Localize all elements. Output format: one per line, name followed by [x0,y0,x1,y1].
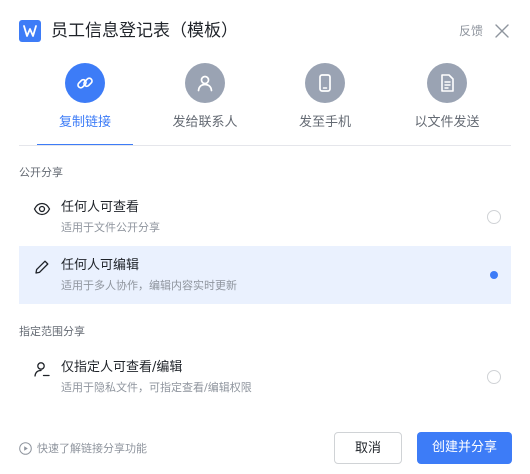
close-icon[interactable] [495,23,509,38]
link-icon [65,63,105,103]
play-circle-icon [19,442,32,455]
divider [19,145,511,146]
contact-icon [185,63,225,103]
user-lock-icon [33,360,51,378]
option-description: 适用于多人协作，编辑内容实时更新 [61,279,237,292]
share-method-tabs: 复制链接 发给联系人 发至手机 以文件发送 [0,60,530,146]
feedback-link[interactable]: 反馈 [459,22,483,40]
option-anyone-can-edit[interactable]: 任何人可编辑 适用于多人协作，编辑内容实时更新 [19,246,511,304]
tab-copy-link-label: 复制链接 [58,115,111,130]
tab-send-to-phone-label: 发至手机 [298,115,351,130]
tab-copy-link[interactable]: 复制链接 [30,60,140,146]
phone-icon [305,63,345,103]
cancel-button[interactable]: 取消 [334,432,402,464]
radio-button[interactable] [487,370,501,384]
dialog-title: 员工信息登记表（模板） [51,21,238,41]
tab-send-as-file-label: 以文件发送 [414,115,480,130]
restricted-section-label: 指定范围分享 [19,325,85,338]
option-description: 适用于文件公开分享 [61,221,160,234]
public-section-label: 公开分享 [19,166,63,179]
tab-send-to-contact[interactable]: 发给联系人 [150,60,260,146]
option-title: 仅指定人可查看/编辑 [61,360,183,375]
word-doc-icon [19,20,41,42]
help-link-text[interactable]: 快速了解链接分享功能 [37,440,147,458]
option-title: 任何人可编辑 [61,258,140,273]
create-and-share-button[interactable]: 创建并分享 [417,432,512,464]
option-anyone-can-view[interactable]: 任何人可查看 适用于文件公开分享 [19,188,511,246]
radio-button-checked[interactable] [487,268,501,282]
option-specified-people[interactable]: 仅指定人可查看/编辑 适用于隐私文件，可指定查看/编辑权限 [19,348,511,406]
file-icon [427,63,467,103]
option-description: 适用于隐私文件，可指定查看/编辑权限 [61,381,252,394]
tab-send-as-file[interactable]: 以文件发送 [392,60,502,146]
option-title: 任何人可查看 [61,200,140,215]
radio-button[interactable] [487,210,501,224]
tab-send-to-phone[interactable]: 发至手机 [270,60,380,146]
dialog-header: 员工信息登记表（模板） 反馈 [0,0,530,60]
eye-icon [33,200,51,218]
tab-send-to-contact-label: 发给联系人 [172,115,238,130]
pencil-icon [33,258,51,276]
